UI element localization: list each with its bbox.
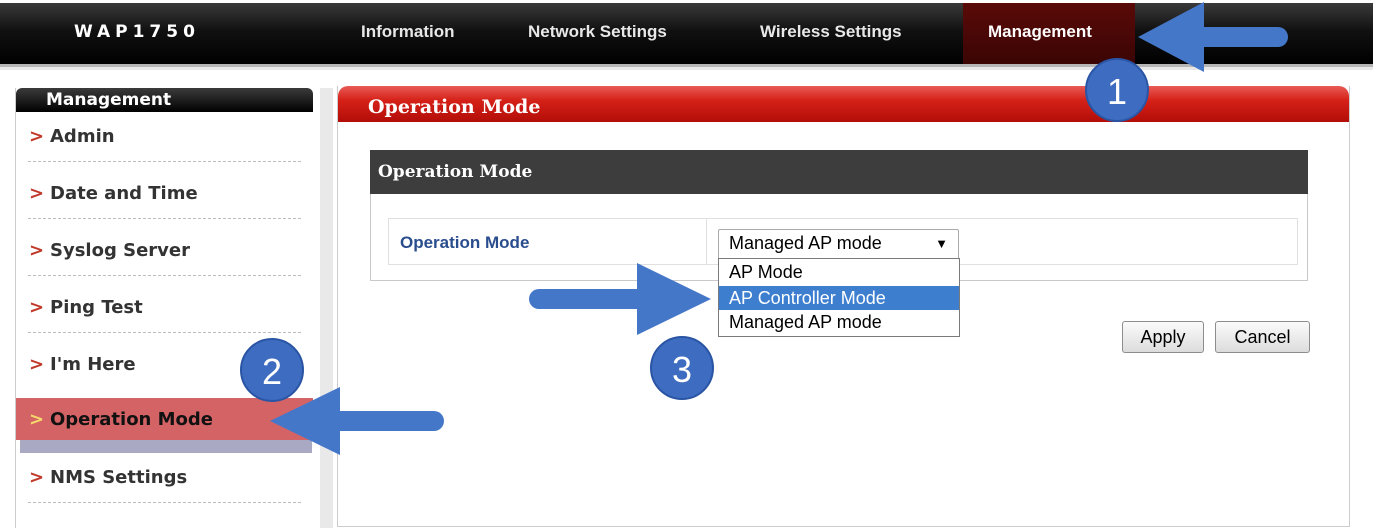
sidebar-item-date-and-time[interactable]: > Date and Time [16,177,313,219]
divider [28,332,301,333]
sidebar-header: Management [16,88,313,112]
sidebar-item-admin[interactable]: > Admin [16,120,313,162]
cancel-button[interactable]: Cancel [1215,321,1310,353]
step-badge-2: 2 [240,338,304,402]
sidebar-item-syslog-server[interactable]: > Syslog Server [16,234,313,276]
sidebar-item-nms-settings[interactable]: > NMS Settings [16,461,313,503]
operation-mode-select[interactable]: Managed AP mode ▼ [718,229,959,260]
annotation-arrow-1 [1138,2,1288,72]
sidebar-item-label: Syslog Server [50,240,190,261]
chevron-right-icon: > [29,409,45,430]
sidebar-item-label: Operation Mode [50,409,214,430]
dropdown-arrow-icon: ▼ [935,236,948,251]
brand-logo: WAP1750 [74,22,200,42]
select-value: Managed AP mode [729,233,882,253]
main-header: Operation Mode [338,86,1349,122]
option-ap-mode[interactable]: AP Mode [719,260,959,284]
chevron-right-icon: > [29,354,45,375]
option-label: AP Mode [729,262,803,282]
option-label: Managed AP mode [729,312,882,332]
divider [28,218,301,219]
chevron-right-icon: > [29,240,45,261]
step-number: 1 [1106,71,1128,112]
cancel-button-label: Cancel [1234,327,1291,347]
sidebar-item-label: Date and Time [50,183,198,204]
sidebar-item-ping-test[interactable]: > Ping Test [16,291,313,333]
apply-button[interactable]: Apply [1122,321,1204,353]
operation-mode-dropdown: AP Mode AP Controller Mode Managed AP mo… [718,258,960,337]
step-number: 2 [261,351,283,392]
divider [28,502,301,503]
page-title: Operation Mode [368,96,541,118]
sidebar-title: Management [46,90,172,110]
section-title: Operation Mode [378,162,533,182]
step-badge-3: 3 [650,336,714,400]
chevron-right-icon: > [29,297,45,318]
chevron-right-icon: > [29,126,45,147]
sidebar-item-label: Ping Test [50,297,143,318]
chevron-right-icon: > [29,467,45,488]
tab-management[interactable]: Management [988,22,1092,42]
option-managed-ap-mode[interactable]: Managed AP mode [719,310,959,334]
option-ap-controller-mode[interactable]: AP Controller Mode [719,286,959,310]
annotation-arrow-3 [529,263,711,335]
chevron-right-icon: > [29,183,45,204]
sidebar-item-label: Admin [50,126,115,147]
step-badge-1: 1 [1085,58,1149,122]
tab-network-settings[interactable]: Network Settings [528,22,667,42]
divider [28,161,301,162]
tab-wireless-settings[interactable]: Wireless Settings [760,22,902,42]
apply-button-label: Apply [1140,327,1186,347]
operation-mode-label: Operation Mode [400,233,530,252]
sidebar-item-label: NMS Settings [50,467,188,488]
form-row-divider [706,218,707,265]
tab-information[interactable]: Information [361,22,455,42]
section-header: Operation Mode [370,150,1308,194]
divider [28,275,301,276]
sidebar-item-label: I'm Here [50,354,136,375]
step-number: 3 [671,349,693,390]
option-label: AP Controller Mode [729,288,886,308]
